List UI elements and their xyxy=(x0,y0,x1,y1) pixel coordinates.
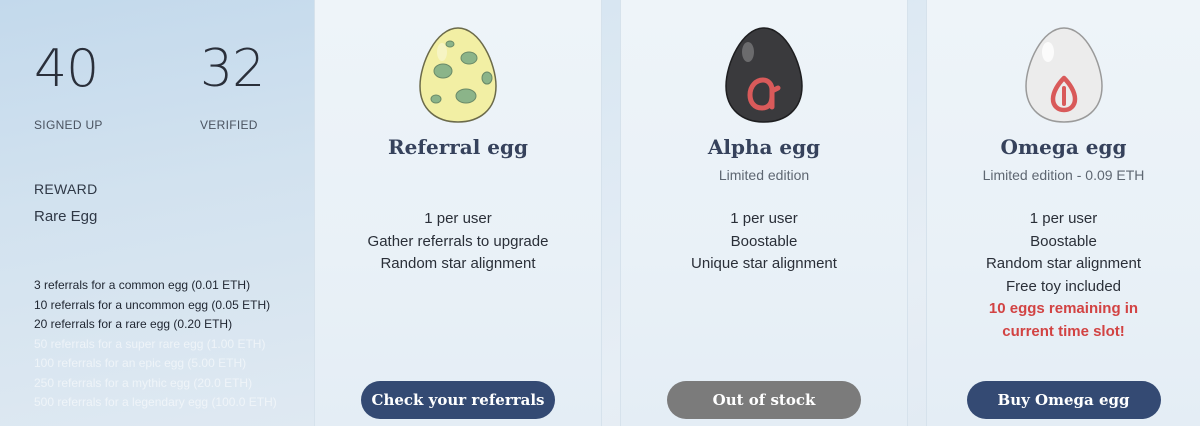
feature-item: Unique star alignment xyxy=(691,255,837,272)
feature-item: Random star alignment xyxy=(985,255,1142,272)
omega-egg-card: Omega egg Limited edition - 0.09 ETH 1 p… xyxy=(926,0,1200,426)
reward-tier-list: 3 referrals for a common egg (0.01 ETH) … xyxy=(34,276,277,413)
feature-item: Random star alignment xyxy=(380,255,536,272)
out-of-stock-button[interactable]: Out of stock xyxy=(667,381,861,419)
alpha-egg-card: Alpha egg Limited edition 1 per user Boo… xyxy=(620,0,908,426)
feature-item: Free toy included xyxy=(1005,277,1122,295)
signed-up-label: SIGNED UP xyxy=(34,118,103,132)
card-subtitle: Limited edition xyxy=(718,167,810,183)
feature-item: Boostable xyxy=(730,232,798,250)
reward-tier-locked: 500 referrals for a legendary egg (100.0… xyxy=(34,395,277,409)
feature-list: 1 per user Gather referrals to upgrade R… xyxy=(315,208,601,276)
reward-tier-locked: 250 referrals for a mythic egg (20.0 ETH… xyxy=(34,375,253,390)
reward-heading: REWARD xyxy=(34,181,98,197)
referral-egg-card: Referral egg 1 per user Gather referrals… xyxy=(314,0,602,426)
signed-up-count: 40 xyxy=(34,39,99,99)
omega-egg-icon xyxy=(1024,27,1103,123)
spotted-yellow-egg-icon xyxy=(419,27,497,123)
card-title: Alpha egg xyxy=(707,135,821,159)
reward-value: Rare Egg xyxy=(34,208,98,225)
reward-tier: 20 referrals for a rare egg (0.20 ETH) xyxy=(34,317,233,331)
reward-tier-locked: 100 referrals for an epic egg (5.00 ETH) xyxy=(34,356,247,370)
feature-item: 1 per user xyxy=(730,210,798,227)
referral-stats-panel: 40 SIGNED UP 32 VERIFIED REWARD Rare Egg… xyxy=(0,0,314,426)
card-title: Referral egg xyxy=(388,135,528,159)
card-title: Omega egg xyxy=(1000,135,1127,159)
buy-omega-egg-button[interactable]: Buy Omega egg xyxy=(966,381,1161,419)
reward-tier: 3 referrals for a common egg (0.01 ETH) xyxy=(34,278,251,292)
reward-tier: 10 referrals for a uncommon egg (0.05 ET… xyxy=(34,297,271,312)
feature-item: 1 per user xyxy=(424,210,492,227)
verified-count: 32 xyxy=(200,39,265,99)
feature-item: Gather referrals to upgrade xyxy=(367,232,549,250)
feature-list: 1 per user Boostable Random star alignme… xyxy=(927,208,1200,343)
alpha-egg-icon xyxy=(725,27,803,123)
reward-tier-locked: 50 referrals for a super rare egg (1.00 … xyxy=(34,336,266,351)
feature-item: Boostable xyxy=(1030,232,1097,250)
feature-item: 1 per user xyxy=(1029,210,1098,227)
check-referrals-button[interactable]: Check your referrals xyxy=(361,381,555,419)
stock-alert: current time slot! xyxy=(1002,322,1125,340)
stock-alert: 10 eggs remaining in xyxy=(988,300,1139,317)
feature-list: 1 per user Boostable Unique star alignme… xyxy=(621,208,907,276)
card-subtitle: Limited edition - 0.09 ETH xyxy=(982,167,1145,183)
verified-label: VERIFIED xyxy=(200,118,258,132)
